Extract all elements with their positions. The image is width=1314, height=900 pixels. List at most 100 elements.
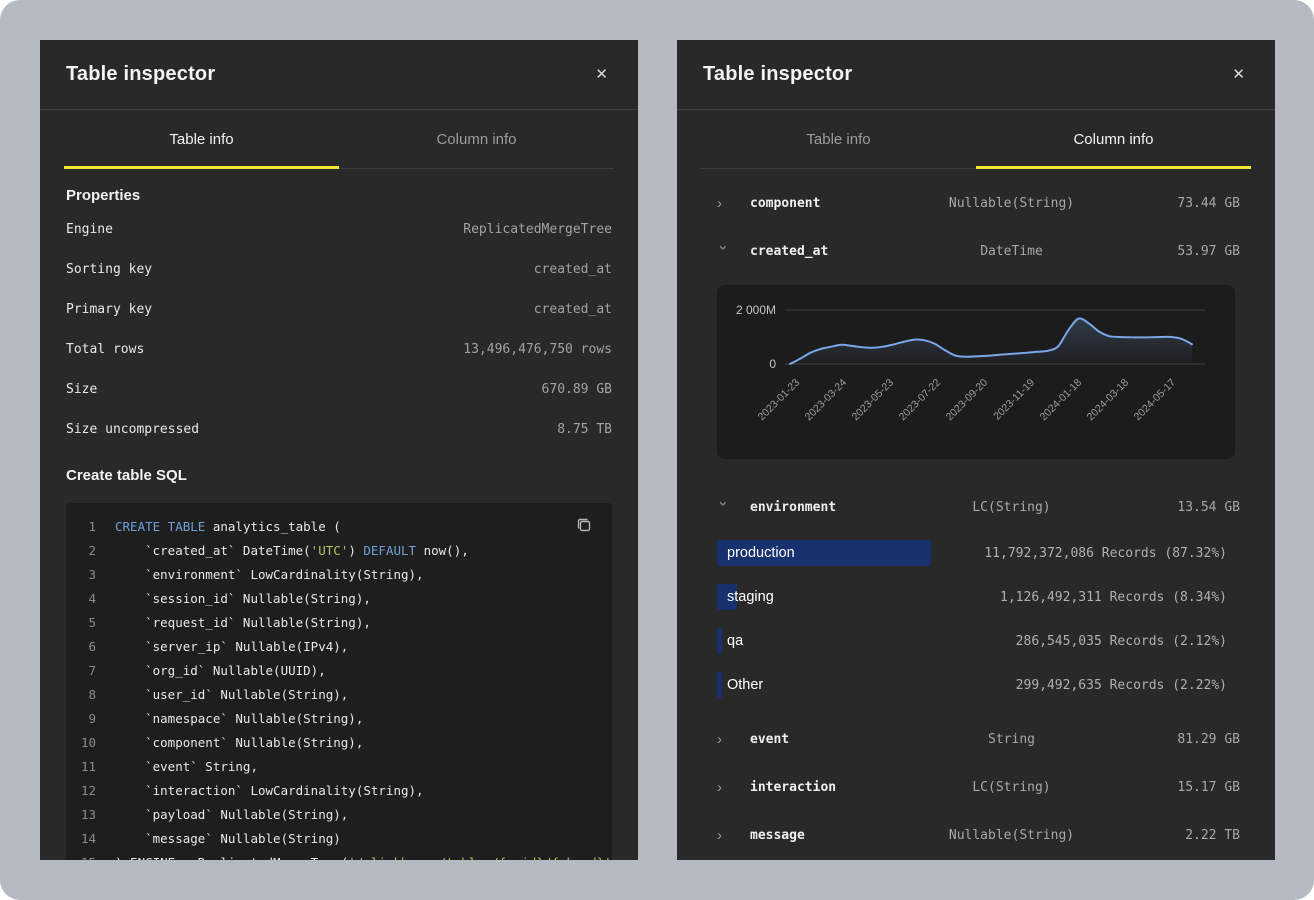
- line-code: `org_id` Nullable(UUID),: [115, 659, 326, 683]
- line-number: 3: [66, 563, 96, 587]
- copy-icon: [575, 516, 593, 534]
- line-number: 11: [66, 755, 96, 779]
- create-table-sql-heading: Create table SQL: [40, 463, 638, 489]
- property-label: Size: [66, 382, 97, 397]
- x-tick-label: 2023-01-23: [756, 377, 803, 424]
- distribution-records: 11,792,372,086 Records (87.32%): [962, 546, 1227, 561]
- chevron-right-icon[interactable]: ›: [717, 827, 733, 844]
- sql-code-line: 10 `component` Nullable(String),: [66, 731, 600, 755]
- column-name: interaction: [733, 780, 903, 795]
- sql-code-line: 8 `user_id` Nullable(String),: [66, 683, 600, 707]
- column-type: Nullable(String): [903, 196, 1120, 211]
- tab-bar: Table info Column info: [64, 110, 614, 169]
- column-type: String: [903, 732, 1120, 747]
- distribution-row-qa: qa 286,545,035 Records (2.12%): [677, 619, 1275, 663]
- sql-code-line: 4 `session_id` Nullable(String),: [66, 587, 600, 611]
- column-list: › component Nullable(String) 73.44 GB › …: [677, 169, 1275, 859]
- x-tick-label: 2023-09-20: [944, 377, 991, 424]
- column-size: 13.54 GB: [1120, 500, 1240, 515]
- line-code: `request_id` Nullable(String),: [115, 611, 371, 635]
- line-number: 8: [66, 683, 96, 707]
- column-type: DateTime: [903, 244, 1120, 259]
- column-row-interaction[interactable]: › interaction LC(String) 15.17 GB: [677, 763, 1275, 811]
- property-label: Total rows: [66, 342, 144, 357]
- column-size: 15.17 GB: [1120, 780, 1240, 795]
- chevron-right-icon[interactable]: ›: [717, 779, 733, 796]
- line-number: 12: [66, 779, 96, 803]
- property-label: Sorting key: [66, 262, 152, 277]
- distribution-row-staging: staging 1,126,492,311 Records (8.34%): [677, 575, 1275, 619]
- column-size: 53.97 GB: [1120, 244, 1240, 259]
- close-button[interactable]: ✕: [1228, 63, 1249, 86]
- column-type: LC(String): [903, 500, 1120, 515]
- distribution-label: qa: [727, 628, 743, 654]
- distribution-bar: [717, 628, 722, 654]
- distribution-bar: [717, 672, 722, 698]
- column-type: Nullable(String): [903, 828, 1120, 843]
- column-row-event[interactable]: › event String 81.29 GB: [677, 715, 1275, 763]
- distribution-records: 286,545,035 Records (2.12%): [962, 634, 1227, 649]
- page-background: Table inspector ✕ Table info Column info…: [0, 0, 1314, 900]
- sql-code-line: 11 `event` String,: [66, 755, 600, 779]
- tab-column-info[interactable]: Column info: [339, 110, 614, 169]
- chevron-down-icon[interactable]: ›: [715, 501, 732, 517]
- tab-table-info[interactable]: Table info: [701, 110, 976, 169]
- close-button[interactable]: ✕: [591, 63, 612, 86]
- chevron-down-icon[interactable]: ›: [715, 245, 732, 261]
- line-code: `payload` Nullable(String),: [115, 803, 348, 827]
- chevron-right-icon[interactable]: ›: [717, 195, 733, 212]
- column-row-message[interactable]: › message Nullable(String) 2.22 TB: [677, 811, 1275, 859]
- table-inspector-dialog-left: Table inspector ✕ Table info Column info…: [40, 40, 638, 860]
- column-name: message: [733, 828, 903, 843]
- distribution-records: 299,492,635 Records (2.22%): [962, 678, 1227, 693]
- x-tick-label: 2023-05-23: [850, 377, 897, 424]
- sql-code-block: 1 CREATE TABLE analytics_table ( 2 `crea…: [66, 503, 612, 860]
- distribution-track: staging: [717, 584, 962, 610]
- x-tick-label: 2023-07-22: [897, 377, 944, 424]
- chevron-right-icon[interactable]: ›: [717, 731, 733, 748]
- line-code: `server_ip` Nullable(IPv4),: [115, 635, 348, 659]
- sql-code-line: 12 `interaction` LowCardinality(String),: [66, 779, 600, 803]
- column-name: event: [733, 732, 903, 747]
- x-tick-label: 2024-05-17: [1132, 377, 1179, 424]
- y-axis-max-label: 2 000M: [736, 303, 776, 317]
- copy-button[interactable]: [572, 513, 596, 537]
- column-row-environment[interactable]: › environment LC(String) 13.54 GB: [677, 483, 1275, 531]
- sql-code-line: 9 `namespace` Nullable(String),: [66, 707, 600, 731]
- property-row: Size uncompressed 8.75 TB: [40, 409, 638, 449]
- line-code: `user_id` Nullable(String),: [115, 683, 348, 707]
- line-number: 7: [66, 659, 96, 683]
- line-number: 14: [66, 827, 96, 851]
- property-row: Total rows 13,496,476,750 rows: [40, 329, 638, 369]
- table-inspector-dialog-right: Table inspector ✕ Table info Column info…: [677, 40, 1275, 860]
- column-size: 2.22 TB: [1120, 828, 1240, 843]
- column-row-component[interactable]: › component Nullable(String) 73.44 GB: [677, 179, 1275, 227]
- dialog-header: Table inspector ✕: [677, 40, 1275, 110]
- line-code: `environment` LowCardinality(String),: [115, 563, 424, 587]
- distribution-track: qa: [717, 628, 962, 654]
- line-number: 2: [66, 539, 96, 563]
- x-tick-label: 2024-03-18: [1085, 377, 1132, 424]
- distribution-records: 1,126,492,311 Records (8.34%): [962, 590, 1227, 605]
- distribution-row-production: production 11,792,372,086 Records (87.32…: [677, 531, 1275, 575]
- line-number: 15: [66, 851, 96, 860]
- tab-column-info[interactable]: Column info: [976, 110, 1251, 169]
- properties-list: Engine ReplicatedMergeTree Sorting key c…: [40, 209, 638, 449]
- tab-table-info[interactable]: Table info: [64, 110, 339, 169]
- property-row: Primary key created_at: [40, 289, 638, 329]
- column-name: created_at: [733, 244, 903, 259]
- dialog-title: Table inspector: [66, 63, 215, 86]
- property-value: 8.75 TB: [557, 422, 612, 437]
- line-number: 10: [66, 731, 96, 755]
- property-value: created_at: [534, 262, 612, 277]
- column-row-created_at[interactable]: › created_at DateTime 53.97 GB: [677, 227, 1275, 275]
- y-axis-min-label: 0: [769, 357, 776, 371]
- property-value: 13,496,476,750 rows: [463, 342, 612, 357]
- line-number: 1: [66, 515, 96, 539]
- sql-code-line: 15 ) ENGINE = ReplicatedMergeTree('/clic…: [66, 851, 600, 860]
- distribution-label: Other: [727, 672, 763, 698]
- histogram-chart: 2 000M02023-01-232023-03-242023-05-23202…: [717, 285, 1235, 459]
- line-number: 5: [66, 611, 96, 635]
- spacer: [677, 707, 1275, 715]
- sql-code-line: 5 `request_id` Nullable(String),: [66, 611, 600, 635]
